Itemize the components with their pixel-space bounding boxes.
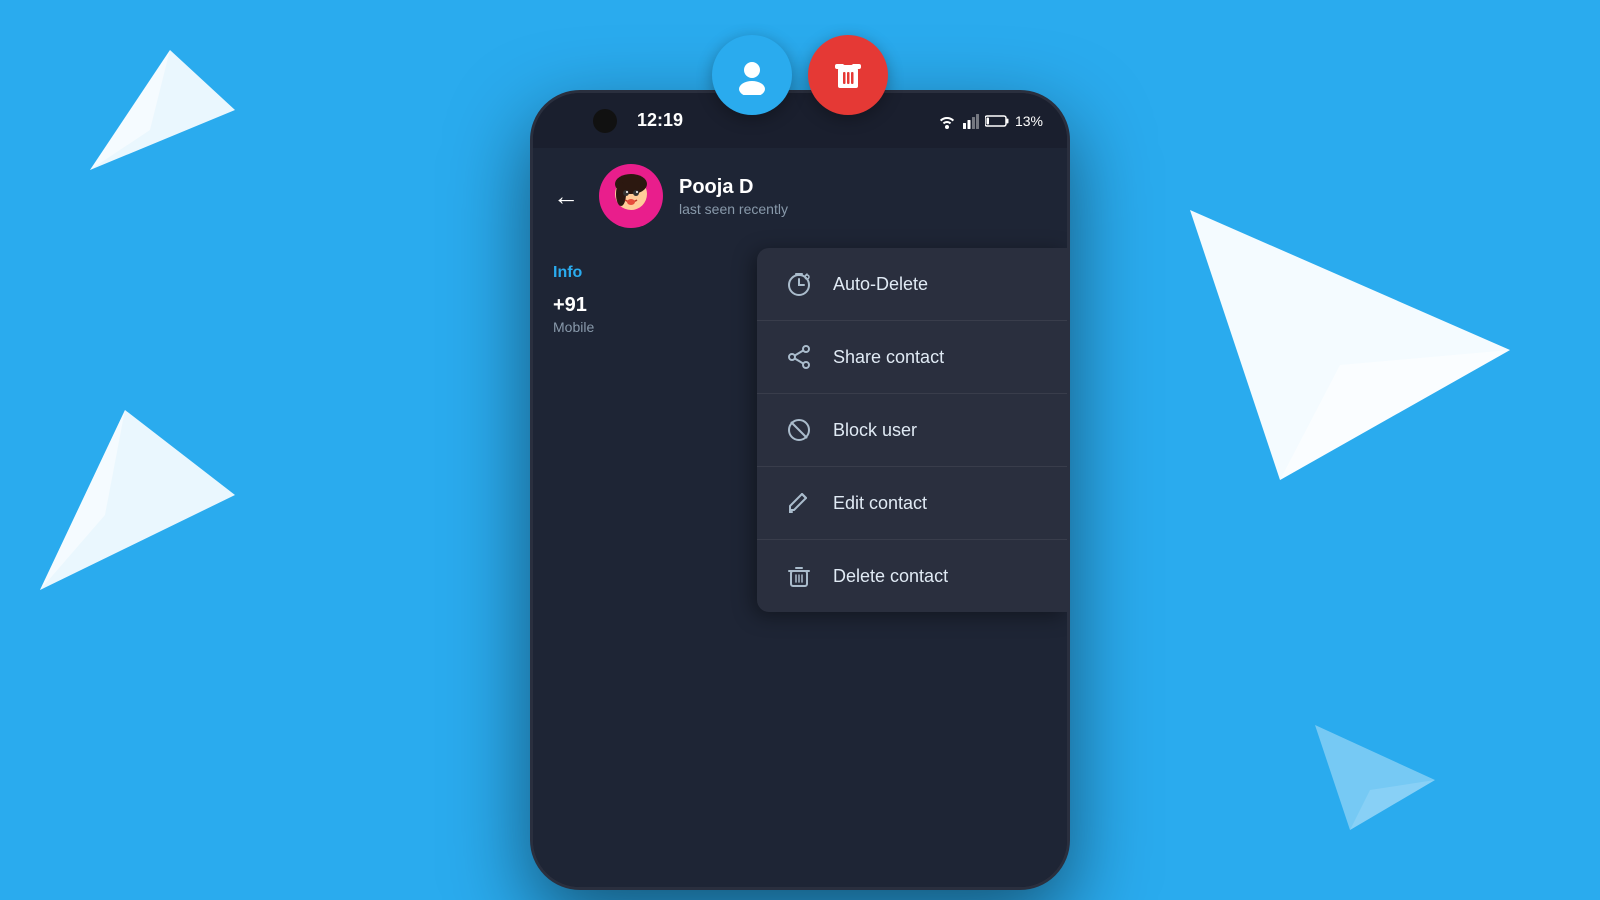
wifi-icon bbox=[937, 113, 957, 129]
bg-plane-mid-left bbox=[20, 400, 240, 600]
profile-status: last seen recently bbox=[679, 201, 1047, 217]
timer-icon bbox=[785, 270, 813, 298]
menu-item-block-user[interactable]: Block user bbox=[757, 394, 1067, 467]
menu-label-edit-contact: Edit contact bbox=[833, 493, 927, 514]
context-menu: Auto-Delete Share contact bbox=[757, 248, 1067, 612]
fab-container bbox=[712, 35, 888, 115]
phone-frame: 12:19 13% ← bbox=[530, 90, 1070, 890]
menu-label-block-user: Block user bbox=[833, 420, 917, 441]
profile-header: ← bbox=[533, 148, 1067, 248]
menu-item-share-contact[interactable]: Share contact bbox=[757, 321, 1067, 394]
block-icon bbox=[785, 416, 813, 444]
profile-name: Pooja D bbox=[679, 176, 1047, 199]
person-fab-button[interactable] bbox=[712, 35, 792, 115]
menu-item-delete-contact[interactable]: Delete contact bbox=[757, 540, 1067, 612]
app-content: ← bbox=[533, 148, 1067, 887]
avatar bbox=[599, 164, 663, 228]
menu-label-auto-delete: Auto-Delete bbox=[833, 274, 928, 295]
menu-item-edit-contact[interactable]: Edit contact bbox=[757, 467, 1067, 540]
edit-icon bbox=[785, 489, 813, 517]
menu-label-share-contact: Share contact bbox=[833, 347, 944, 368]
person-icon bbox=[732, 55, 772, 95]
bg-plane-top-left bbox=[80, 40, 240, 180]
avatar-image bbox=[601, 166, 661, 226]
status-time: 12:19 bbox=[637, 110, 683, 131]
menu-item-auto-delete[interactable]: Auto-Delete bbox=[757, 248, 1067, 321]
share-icon bbox=[785, 343, 813, 371]
profile-info: Pooja D last seen recently bbox=[679, 176, 1047, 217]
delete-icon bbox=[785, 562, 813, 590]
camera-notch bbox=[593, 109, 617, 133]
battery-text: 13% bbox=[1015, 113, 1043, 129]
menu-label-delete-contact: Delete contact bbox=[833, 566, 948, 587]
bg-plane-mid-right bbox=[1180, 200, 1520, 500]
status-icons: 13% bbox=[937, 113, 1043, 129]
trash-fab-button[interactable] bbox=[808, 35, 888, 115]
back-button[interactable]: ← bbox=[553, 181, 579, 212]
trash-icon bbox=[828, 55, 868, 95]
signal-icon bbox=[963, 113, 979, 129]
battery-icon bbox=[985, 114, 1009, 128]
bg-plane-bottom-right bbox=[1310, 720, 1440, 840]
